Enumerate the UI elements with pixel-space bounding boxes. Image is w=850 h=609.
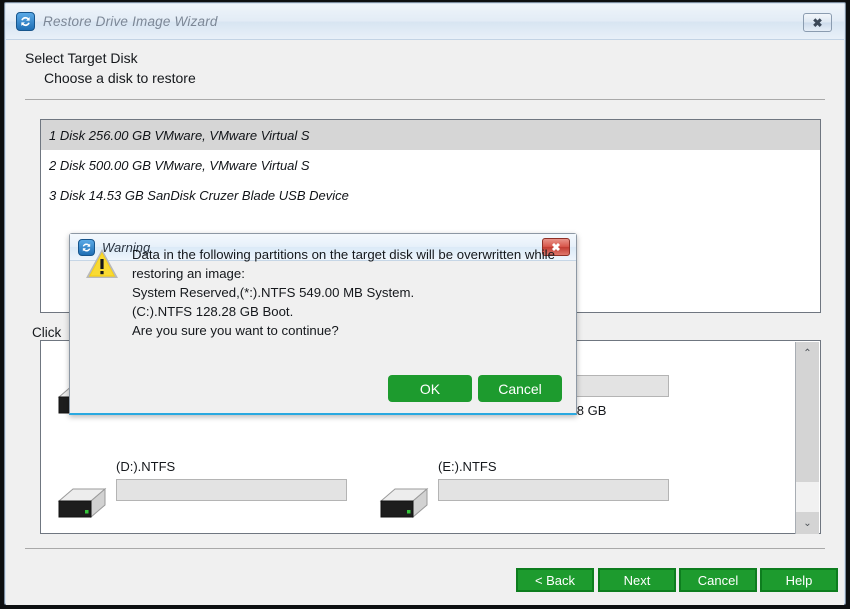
disk-list-item[interactable]: 3 Disk 14.53 GB SanDisk Cruzer Blade USB… <box>41 180 820 210</box>
partition-label: (E:).NTFS <box>438 459 497 474</box>
page-subtitle: Choose a disk to restore <box>44 70 196 86</box>
partition-usage-bar <box>438 479 669 501</box>
window-close-button[interactable]: ✖ <box>803 13 832 32</box>
page-title: Select Target Disk <box>25 50 138 66</box>
warning-dialog: Warning ✖ Data in the following partitio… <box>69 233 577 415</box>
dialog-cancel-button[interactable]: Cancel <box>478 375 562 402</box>
dialog-ok-button[interactable]: OK <box>388 375 472 402</box>
header-divider <box>25 99 825 100</box>
scroll-up-icon[interactable]: ⌃ <box>796 342 819 364</box>
help-button[interactable]: Help <box>760 568 838 592</box>
close-icon: ✖ <box>804 14 831 31</box>
window-title: Restore Drive Image Wizard <box>43 14 218 29</box>
partition-scrollbar[interactable]: ⌃ ⌄ <box>795 342 819 534</box>
dialog-message-line-2: System Reserved,(*:).NTFS 549.00 MB Syst… <box>132 283 562 302</box>
partition-label: (D:).NTFS <box>116 459 175 474</box>
partition-cell[interactable]: (D:).NTFS <box>49 447 389 533</box>
window-title-bar: Restore Drive Image Wizard ✖ <box>6 4 844 40</box>
disk-list-item-label: 2 Disk 500.00 GB VMware, VMware Virtual … <box>49 158 310 173</box>
restore-arrows-icon <box>16 12 35 31</box>
dialog-message-line-4: Are you sure you want to continue? <box>132 321 562 340</box>
partition-cell[interactable]: (E:).NTFS <box>371 447 711 533</box>
disk-list-item[interactable]: 2 Disk 500.00 GB VMware, VMware Virtual … <box>41 150 820 180</box>
scrollbar-thumb[interactable] <box>796 364 819 482</box>
dialog-message-line-3: (C:).NTFS 128.28 GB Boot. <box>132 302 562 321</box>
dialog-message: Data in the following partitions on the … <box>132 245 562 340</box>
footer-divider <box>25 548 825 549</box>
disk-drive-icon <box>55 479 107 519</box>
disk-list-item-label: 3 Disk 14.53 GB SanDisk Cruzer Blade USB… <box>49 188 349 203</box>
dialog-message-line-1: Data in the following partitions on the … <box>132 245 562 283</box>
warning-triangle-icon <box>84 247 120 281</box>
back-button[interactable]: < Back <box>516 568 594 592</box>
scroll-down-icon[interactable]: ⌄ <box>796 512 819 534</box>
restore-wizard-window: Restore Drive Image Wizard ✖ Select Targ… <box>4 2 846 605</box>
disk-drive-icon <box>377 479 429 519</box>
partition-usage-bar <box>116 479 347 501</box>
cancel-button[interactable]: Cancel <box>679 568 757 592</box>
disk-list-item[interactable]: 1 Disk 256.00 GB VMware, VMware Virtual … <box>41 120 820 150</box>
next-button[interactable]: Next <box>598 568 676 592</box>
wizard-footer: < BackNextCancelHelp <box>6 568 844 605</box>
desktop-background: Restore Drive Image Wizard ✖ Select Targ… <box>0 0 850 609</box>
click-instruction-label: Click <box>32 325 61 340</box>
disk-list-item-label: 1 Disk 256.00 GB VMware, VMware Virtual … <box>49 128 310 143</box>
